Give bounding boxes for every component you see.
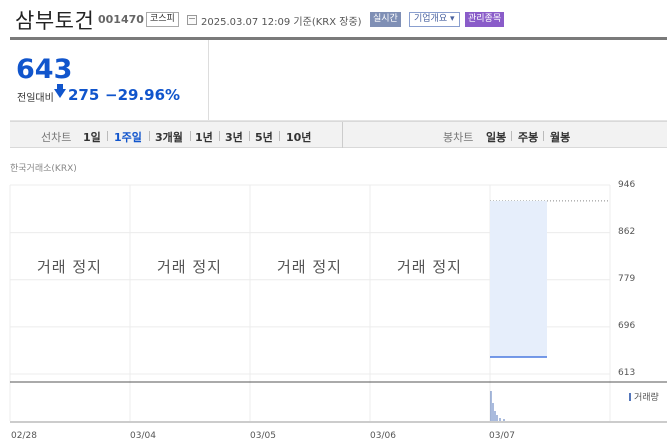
separator [149, 131, 150, 141]
price-change: 275 [68, 86, 100, 104]
trading-halted-label: 거래 정지 [37, 258, 102, 276]
period-1w[interactable]: 1주일 [114, 129, 142, 145]
separator [511, 131, 512, 141]
stock-code: 001470 [98, 13, 144, 26]
realtime-button[interactable]: 실시간 [370, 12, 401, 27]
x-tick-label: 02/28 [11, 431, 37, 441]
y-tick-label: 946 [618, 180, 636, 190]
period-1d[interactable]: 1일 [83, 129, 101, 145]
arrow-down-icon [54, 84, 66, 98]
separator [249, 131, 250, 141]
candle-weekly[interactable]: 주봉 [518, 129, 538, 145]
period-3y[interactable]: 3년 [225, 129, 243, 145]
price-chart[interactable]: 946 862 779 696 613 거래 정지 거래 정지 거래 정지 거래… [0, 175, 667, 448]
change-label: 전일대비 [17, 93, 54, 104]
candle-daily[interactable]: 일봉 [486, 129, 506, 145]
x-tick-label: 03/06 [370, 431, 396, 441]
exchange-label: 한국거래소(KRX) [10, 164, 77, 174]
calendar-icon [187, 15, 197, 25]
y-tick-label: 696 [618, 321, 636, 331]
x-tick-label: 03/07 [489, 431, 515, 441]
x-tick-label: 03/04 [130, 431, 156, 441]
separator [279, 131, 280, 141]
period-3m[interactable]: 3개월 [155, 129, 183, 145]
period-1y[interactable]: 1년 [195, 129, 213, 145]
company-overview-dropdown[interactable]: 기업개요 ▾ [409, 12, 460, 27]
timestamp: 2025.03.07 12:09 기준(KRX 장중) [201, 17, 362, 28]
price-box: 643 전일대비 275 −29.96% [10, 40, 209, 120]
y-tick-label: 862 [618, 227, 636, 237]
period-bar-divider [342, 122, 343, 148]
period-5y[interactable]: 5년 [255, 129, 273, 145]
stock-name: 삼부토건 [15, 9, 95, 33]
chart-canvas [9, 184, 667, 423]
trading-halted-label: 거래 정지 [277, 258, 342, 276]
x-tick-label: 03/05 [250, 431, 276, 441]
chart-period-bar: 선차트 1일 1주일 3개월 1년 3년 5년 10년 봉차트 일봉 주봉 월봉 [10, 121, 667, 148]
price-area-fill [490, 200, 547, 357]
y-tick-label: 613 [618, 368, 636, 378]
separator [107, 131, 108, 141]
candle-monthly[interactable]: 월봉 [550, 129, 570, 145]
candle-chart-label: 봉차트 [443, 131, 474, 144]
line-chart-label: 선차트 [41, 131, 72, 144]
managed-stock-badge: 관리종목 [465, 12, 505, 27]
separator [219, 131, 220, 141]
separator [543, 131, 544, 141]
volume-legend: 거래량 [629, 390, 659, 403]
separator [190, 131, 191, 141]
price-change-percent: −29.96% [105, 86, 181, 104]
period-10y[interactable]: 10년 [286, 129, 311, 145]
current-price: 643 [16, 54, 73, 85]
market-badge: 코스피 [146, 12, 179, 27]
trading-halted-label: 거래 정지 [157, 258, 222, 276]
stock-header: 삼부토건 001470 코스피 2025.03.07 12:09 기준(KRX … [0, 0, 667, 37]
y-tick-label: 779 [618, 274, 636, 284]
trading-halted-label: 거래 정지 [397, 258, 462, 276]
